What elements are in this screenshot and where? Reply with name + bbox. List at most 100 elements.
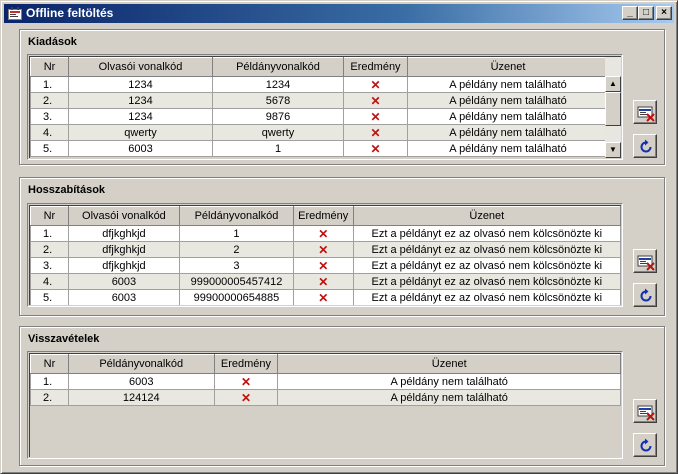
col-olvasoi-vonalkod[interactable]: Olvasói vonalkód <box>67 206 181 226</box>
cell-peldany: 5678 <box>212 92 344 109</box>
cell-peldany: 6003 <box>67 373 215 390</box>
red-x-icon: ✕ <box>292 241 354 258</box>
table-row[interactable]: 5. 6003 99900000654885 ✕ Ezt a példányt … <box>30 289 621 305</box>
cell-olvaso: dfjkghkjd <box>67 257 181 274</box>
table-row[interactable]: 3. 1234 9876 ✕ A példány nem található <box>30 108 609 125</box>
card-delete-icon <box>637 106 655 122</box>
red-x-icon: ✕ <box>292 225 354 242</box>
cell-nr: 4. <box>30 124 69 141</box>
col-eredmeny[interactable]: Eredmény <box>292 206 354 226</box>
table-row[interactable]: 2. 124124 ✕ A példány nem található <box>30 389 621 406</box>
cell-nr: 4. <box>30 273 69 290</box>
refresh-icon <box>640 139 652 153</box>
red-x-icon: ✕ <box>343 140 408 157</box>
table-row[interactable]: 4. qwerty qwerty ✕ A példány nem találha… <box>30 124 609 141</box>
vertical-scrollbar[interactable]: ▲ ▼ <box>605 57 621 158</box>
table-row[interactable]: 1. dfjkghkjd 1 ✕ Ezt a példányt ez az ol… <box>30 225 621 242</box>
cell-uzenet: A példány nem található <box>407 108 609 125</box>
red-x-icon: ✕ <box>292 273 354 290</box>
table-row[interactable]: 1. 6003 ✕ A példány nem található <box>30 373 621 390</box>
cell-peldany: 99900000654885 <box>179 289 294 305</box>
card-delete-icon <box>637 255 655 271</box>
title-bar[interactable]: Offline feltöltés _ □ × <box>4 4 674 23</box>
cell-uzenet: Ezt a példányt ez az olvasó nem kölcsönö… <box>352 241 621 258</box>
table-row[interactable]: 3. dfjkghkjd 3 ✕ Ezt a példányt ez az ol… <box>30 257 621 274</box>
hosszabitasok-group: Hosszabítások Nr Olvasói vonalkód Példán… <box>19 177 665 316</box>
cell-nr: 3. <box>30 108 69 125</box>
red-x-icon: ✕ <box>213 389 279 406</box>
kiadasok-refresh-button[interactable] <box>633 134 657 158</box>
table-row[interactable]: 5. 6003 1 ✕ A példány nem található <box>30 140 609 157</box>
cell-peldany: 9876 <box>212 108 344 125</box>
col-uzenet[interactable]: Üzenet <box>352 206 621 226</box>
cell-uzenet: Ezt a példányt ez az olvasó nem kölcsönö… <box>352 289 621 305</box>
cell-nr: 1. <box>30 373 69 390</box>
kiadasok-grid[interactable]: Nr Olvasói vonalkód Példányvonalkód Ered… <box>27 54 623 160</box>
cell-olvaso: 1234 <box>68 76 213 93</box>
cell-olvaso: 6003 <box>67 289 181 305</box>
scroll-thumb[interactable] <box>605 92 621 126</box>
col-nr[interactable]: Nr <box>30 354 69 374</box>
visszavetelek-group: Visszavételek Nr Példányvonalkód Eredmén… <box>19 326 665 466</box>
red-x-icon: ✕ <box>292 289 354 305</box>
cell-uzenet: Ezt a példányt ez az olvasó nem kölcsönö… <box>352 225 621 242</box>
cell-peldany: qwerty <box>212 124 344 141</box>
red-x-icon: ✕ <box>343 124 408 141</box>
minimize-button[interactable]: _ <box>622 6 638 20</box>
maximize-button[interactable]: □ <box>638 6 654 20</box>
cell-uzenet: Ezt a példányt ez az olvasó nem kölcsönö… <box>352 257 621 274</box>
hosszabitasok-refresh-button[interactable] <box>633 283 657 307</box>
col-peldanyvonalkod[interactable]: Példányvonalkód <box>179 206 294 226</box>
close-button[interactable]: × <box>656 6 672 20</box>
table-row[interactable]: 1. 1234 1234 ✕ A példány nem található <box>30 76 609 93</box>
col-olvasoi-vonalkod[interactable]: Olvasói vonalkód <box>68 57 213 77</box>
cell-uzenet: A példány nem található <box>407 140 609 157</box>
cell-uzenet: A példány nem található <box>407 124 609 141</box>
visszavetelek-grid[interactable]: Nr Példányvonalkód Eredmény Üzenet 1. 60… <box>27 351 623 459</box>
col-nr[interactable]: Nr <box>30 57 69 77</box>
visszavetelek-delete-button[interactable] <box>633 399 657 423</box>
kiadasok-delete-button[interactable] <box>633 100 657 124</box>
visszavetelek-title: Visszavételek <box>28 333 100 345</box>
col-uzenet[interactable]: Üzenet <box>407 57 609 77</box>
table-row[interactable]: 2. dfjkghkjd 2 ✕ Ezt a példányt ez az ol… <box>30 241 621 258</box>
cell-peldany: 3 <box>179 257 294 274</box>
red-x-icon: ✕ <box>343 108 408 125</box>
offline-upload-window: Offline feltöltés _ □ × Kiadások Nr Olva… <box>0 0 678 474</box>
visszavetelek-table: Nr Példányvonalkód Eredmény Üzenet 1. 60… <box>30 354 621 406</box>
scroll-up-button[interactable]: ▲ <box>605 76 621 92</box>
col-peldanyvonalkod[interactable]: Példányvonalkód <box>67 354 215 374</box>
col-peldanyvonalkod[interactable]: Példányvonalkód <box>212 57 344 77</box>
col-eredmeny[interactable]: Eredmény <box>343 57 408 77</box>
refresh-icon <box>640 438 652 452</box>
col-eredmeny[interactable]: Eredmény <box>213 354 279 374</box>
card-delete-icon <box>637 405 655 421</box>
table-row[interactable]: 2. 1234 5678 ✕ A példány nem található <box>30 92 609 109</box>
cell-uzenet: Ezt a példányt ez az olvasó nem kölcsönö… <box>352 273 621 290</box>
cell-nr: 5. <box>30 289 69 305</box>
cell-olvaso: 6003 <box>67 273 181 290</box>
cell-peldany: 1234 <box>212 76 344 93</box>
cell-peldany: 2 <box>179 241 294 258</box>
hosszabitasok-grid[interactable]: Nr Olvasói vonalkód Példányvonalkód Ered… <box>27 203 623 307</box>
cell-peldany: 124124 <box>67 389 215 406</box>
cell-nr: 2. <box>30 92 69 109</box>
col-uzenet[interactable]: Üzenet <box>277 354 621 374</box>
window-title: Offline feltöltés <box>26 6 114 20</box>
hosszabitasok-delete-button[interactable] <box>633 249 657 273</box>
table-row[interactable]: 4. 6003 999000005457412 ✕ Ezt a példányt… <box>30 273 621 290</box>
cell-olvaso: dfjkghkjd <box>67 241 181 258</box>
scroll-down-button[interactable]: ▼ <box>605 142 621 158</box>
visszavetelek-refresh-button[interactable] <box>633 433 657 457</box>
red-x-icon: ✕ <box>343 76 408 93</box>
hosszabitasok-table: Nr Olvasói vonalkód Példányvonalkód Ered… <box>30 206 621 305</box>
cell-peldany: 999000005457412 <box>179 273 294 290</box>
cell-uzenet: A példány nem található <box>407 92 609 109</box>
cell-olvaso: qwerty <box>68 124 213 141</box>
cell-nr: 1. <box>30 76 69 93</box>
cell-uzenet: A példány nem található <box>277 389 621 406</box>
red-x-icon: ✕ <box>213 373 279 390</box>
cell-olvaso: dfjkghkjd <box>67 225 181 242</box>
cell-olvaso: 6003 <box>68 140 213 157</box>
col-nr[interactable]: Nr <box>30 206 69 226</box>
